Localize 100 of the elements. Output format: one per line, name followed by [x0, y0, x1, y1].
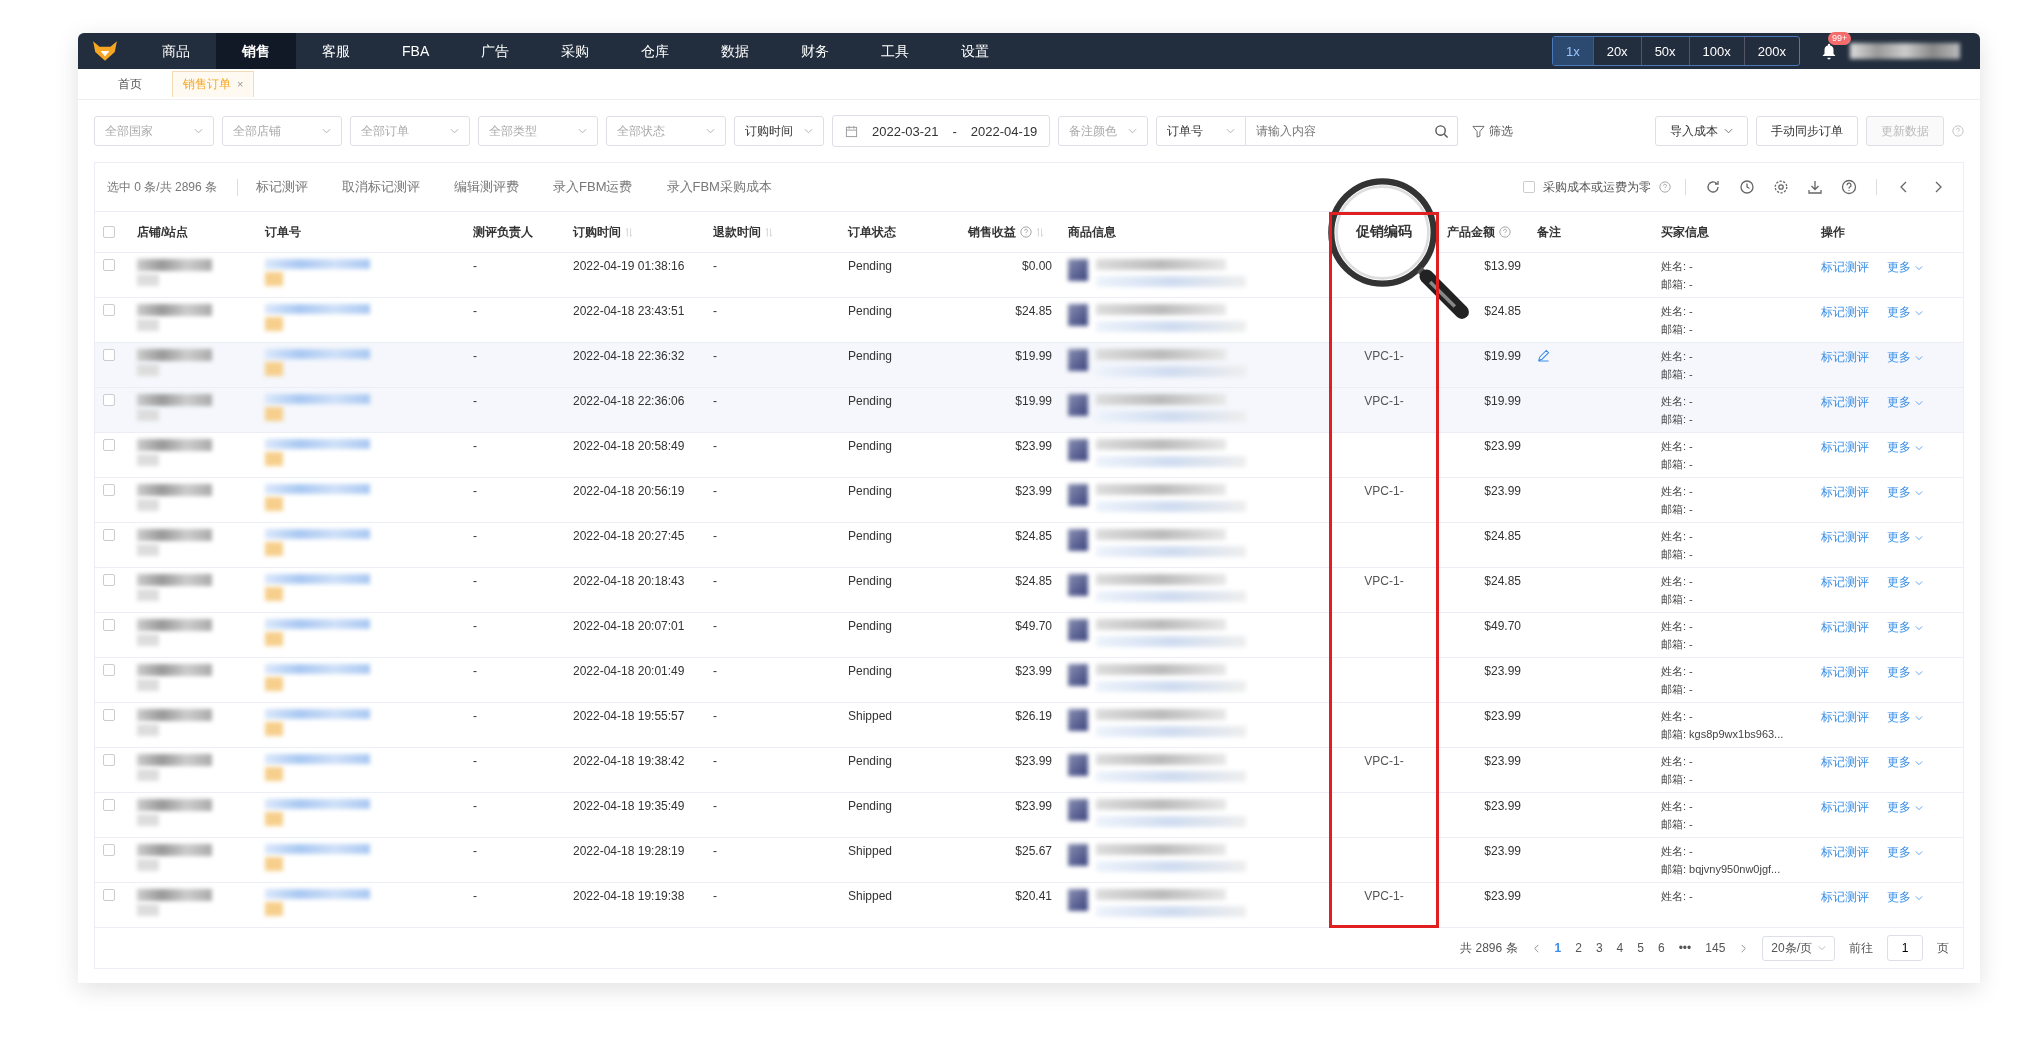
help-icon[interactable] [1841, 179, 1857, 195]
mark-review-link[interactable]: 标记测评 [1821, 709, 1869, 726]
page-number[interactable]: 4 [1616, 941, 1624, 955]
nav-tab[interactable]: 采购 [535, 33, 616, 69]
select-all-checkbox[interactable] [103, 226, 115, 238]
page-tab[interactable]: 销售订单 × [172, 71, 255, 97]
search-type-select[interactable]: 订单号 [1156, 116, 1247, 146]
filter-select[interactable]: 全部类型 [478, 116, 598, 146]
zoom-button[interactable]: 50x [1640, 37, 1689, 65]
mark-review-link[interactable]: 标记测评 [1821, 439, 1869, 456]
page-number[interactable]: 3 [1595, 941, 1603, 955]
mark-review-link[interactable]: 标记测评 [1821, 349, 1869, 366]
page-number[interactable]: 1 [1554, 941, 1562, 955]
filter-select[interactable]: 全部状态 [606, 116, 726, 146]
filter-button[interactable]: 筛选 [1466, 121, 1520, 141]
page-size-select[interactable]: 20条/页 [1762, 935, 1835, 961]
close-tab-icon[interactable]: × [237, 78, 244, 90]
mark-review-link[interactable]: 标记测评 [1821, 484, 1869, 501]
pagination-ellipsis[interactable]: ••• [1678, 941, 1692, 955]
more-dropdown-link[interactable]: 更多 [1887, 754, 1923, 771]
nav-tab[interactable]: 客服 [296, 33, 376, 69]
date-type-select[interactable]: 订购时间 [734, 116, 824, 146]
mark-review-link[interactable]: 标记测评 [1821, 889, 1869, 906]
mark-review-link[interactable]: 标记测评 [1821, 304, 1869, 321]
page-number[interactable]: 2 [1575, 941, 1582, 955]
bell-icon[interactable] [1820, 42, 1838, 60]
mark-review-link[interactable]: 标记测评 [1821, 754, 1869, 771]
chevron-right-icon[interactable] [1739, 943, 1749, 953]
more-dropdown-link[interactable]: 更多 [1887, 574, 1923, 591]
search-field[interactable]: 请输入内容 [1246, 116, 1459, 146]
sort-icon[interactable] [1036, 226, 1044, 238]
toolbar-action-link[interactable]: 录入FBM采购成本 [666, 178, 772, 196]
sort-icon[interactable] [625, 226, 633, 238]
refresh-icon[interactable] [1705, 179, 1721, 195]
row-checkbox[interactable] [103, 799, 115, 811]
row-checkbox[interactable] [103, 394, 115, 406]
nav-tab[interactable]: FBA [376, 33, 456, 69]
zoom-button[interactable]: 100x [1688, 37, 1744, 65]
mark-review-link[interactable]: 标记测评 [1821, 529, 1869, 546]
page-number[interactable]: 5 [1637, 941, 1644, 955]
checkbox[interactable] [1523, 181, 1535, 193]
filter-select[interactable]: 全部订单 [350, 116, 470, 146]
more-dropdown-link[interactable]: 更多 [1887, 844, 1923, 861]
dropdown-button[interactable]: 导入成本 [1655, 116, 1748, 146]
row-checkbox[interactable] [103, 439, 115, 451]
toolbar-action-link[interactable]: 取消标记测评 [342, 178, 421, 196]
more-dropdown-link[interactable]: 更多 [1887, 619, 1923, 636]
zoom-button[interactable]: 1x [1552, 37, 1593, 65]
nav-tab[interactable]: 工具 [855, 33, 936, 69]
filter-select[interactable]: 全部店铺 [222, 116, 342, 146]
zoom-button[interactable]: 200x [1743, 37, 1799, 65]
mark-review-link[interactable]: 标记测评 [1821, 394, 1869, 411]
mark-review-link[interactable]: 标记测评 [1821, 844, 1869, 861]
mark-review-link[interactable]: 标记测评 [1821, 259, 1869, 276]
goto-page-field[interactable]: 1 [1887, 935, 1923, 961]
row-checkbox[interactable] [103, 754, 115, 766]
note-color-select[interactable]: 备注颜色 [1058, 116, 1149, 146]
pencil-icon[interactable] [1537, 349, 1550, 362]
nav-tab[interactable]: 销售 [216, 33, 296, 69]
filter-select[interactable]: 全部国家 [94, 116, 214, 146]
row-checkbox[interactable] [103, 844, 115, 856]
toolbar-action-link[interactable]: 录入FBM运费 [553, 178, 633, 196]
row-checkbox[interactable] [103, 484, 115, 496]
row-checkbox[interactable] [103, 709, 115, 721]
more-dropdown-link[interactable]: 更多 [1887, 709, 1923, 726]
zoom-button[interactable]: 20x [1592, 37, 1641, 65]
chevron-left-icon[interactable] [1531, 943, 1541, 953]
more-dropdown-link[interactable]: 更多 [1887, 394, 1923, 411]
mark-review-link[interactable]: 标记测评 [1821, 664, 1869, 681]
mark-review-link[interactable]: 标记测评 [1821, 619, 1869, 636]
settings-icon[interactable] [1773, 179, 1789, 195]
row-checkbox[interactable] [103, 664, 115, 676]
search-icon[interactable] [1434, 123, 1450, 139]
row-checkbox[interactable] [103, 619, 115, 631]
date-range-field[interactable]: 2022-03-21 - 2022-04-19 [832, 115, 1051, 147]
row-checkbox[interactable] [103, 349, 115, 361]
toolbar-action-link[interactable]: 编辑测评费 [454, 178, 520, 196]
download-icon[interactable] [1807, 179, 1823, 195]
clock-icon[interactable] [1739, 179, 1755, 195]
row-checkbox[interactable] [103, 304, 115, 316]
more-dropdown-link[interactable]: 更多 [1887, 484, 1923, 501]
mark-review-link[interactable]: 标记测评 [1821, 574, 1869, 591]
toolbar-action-link[interactable]: 标记测评 [256, 178, 309, 196]
page-tab[interactable]: 首页 [108, 71, 152, 97]
more-dropdown-link[interactable]: 更多 [1887, 304, 1923, 321]
nav-tab[interactable]: 广告 [455, 33, 536, 69]
page-number[interactable]: 6 [1658, 941, 1665, 955]
mark-review-link[interactable]: 标记测评 [1821, 799, 1869, 816]
nav-tab[interactable]: 设置 [935, 33, 1016, 69]
more-dropdown-link[interactable]: 更多 [1887, 349, 1923, 366]
nav-tab[interactable]: 仓库 [615, 33, 696, 69]
row-checkbox[interactable] [103, 259, 115, 271]
more-dropdown-link[interactable]: 更多 [1887, 889, 1923, 906]
row-checkbox[interactable] [103, 529, 115, 541]
more-dropdown-link[interactable]: 更多 [1887, 664, 1923, 681]
more-dropdown-link[interactable]: 更多 [1887, 439, 1923, 456]
row-checkbox[interactable] [103, 889, 115, 901]
row-checkbox[interactable] [103, 574, 115, 586]
action-button[interactable]: 手动同步订单 [1756, 116, 1858, 146]
nav-tab[interactable]: 商品 [136, 33, 216, 69]
